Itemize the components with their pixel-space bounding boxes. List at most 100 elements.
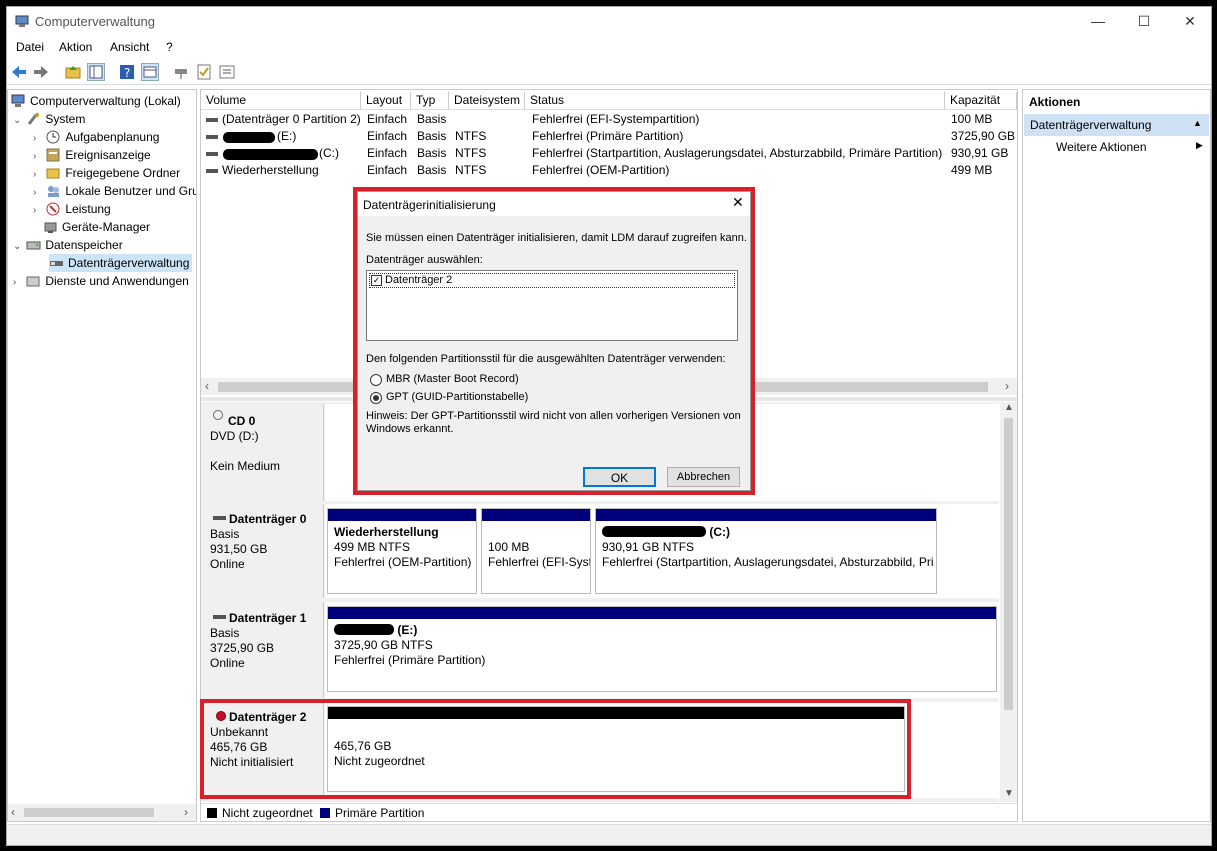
ok-button[interactable]: OK xyxy=(583,467,656,487)
partition-efi[interactable]: 100 MB Fehlerfrei (EFI-Syst xyxy=(481,508,591,594)
disk1-type: Basis xyxy=(210,626,240,640)
dialog-close-icon[interactable]: ✕ xyxy=(732,194,744,211)
actions-section[interactable]: Datenträgerverwaltung ▲ xyxy=(1024,114,1209,136)
col-layout[interactable]: Layout xyxy=(361,92,411,110)
radio-mbr[interactable]: MBR (Master Boot Record) xyxy=(370,373,570,389)
scroll-thumb[interactable] xyxy=(1004,418,1013,710)
partition-status: Fehlerfrei (Primäre Partition) xyxy=(334,653,486,667)
action-weitere[interactable]: Weitere Aktionen ▶ xyxy=(1024,138,1209,158)
scroll-left-icon[interactable]: ‹ xyxy=(205,379,209,393)
tree-item-geraete-manager[interactable]: Geräte-Manager xyxy=(43,218,150,236)
chevron-right-icon[interactable]: › xyxy=(13,274,23,290)
annotation-disk2 xyxy=(200,699,911,799)
legend-unallocated: Nicht zugeordnet xyxy=(222,806,313,820)
services-icon xyxy=(26,274,41,288)
radio-gpt[interactable]: GPT (GUID-Partitionstabelle) xyxy=(370,391,570,407)
forward-arrow-icon[interactable] xyxy=(32,63,50,81)
list-view-icon[interactable] xyxy=(218,63,236,81)
tree-item-freigegebene-ordner[interactable]: › Freigegebene Ordner xyxy=(33,164,180,182)
checklist-icon[interactable] xyxy=(195,63,213,81)
volume-capacity: 499 MB xyxy=(951,163,993,177)
menu-ansicht[interactable]: Ansicht xyxy=(110,40,149,54)
col-dateisystem[interactable]: Dateisystem xyxy=(449,92,525,110)
tree-item-leistung[interactable]: › Leistung xyxy=(33,200,111,218)
chevron-right-icon[interactable]: › xyxy=(33,184,43,200)
col-status[interactable]: Status xyxy=(525,92,945,110)
volume-row[interactable]: (Datenträger 0 Partition 2) Einfach Basi… xyxy=(201,111,1017,128)
connect-icon[interactable] xyxy=(172,63,190,81)
maximize-button[interactable]: ☐ xyxy=(1121,7,1167,37)
collapse-up-icon[interactable]: ▲ xyxy=(1193,118,1202,128)
init-dialog: Datenträgerinitialisierung ✕ Sie müssen … xyxy=(357,191,751,491)
dialog-hint-line1: Hinweis: Der GPT-Partitionsstil wird nic… xyxy=(366,410,741,422)
disk-info-1[interactable]: Datenträger 1 Basis 3725,90 GB Online xyxy=(201,602,324,698)
tree-item-ereignisanzeige[interactable]: › Ereignisanzeige xyxy=(33,146,151,164)
back-arrow-icon[interactable] xyxy=(10,63,28,81)
radio-mbr-circle[interactable] xyxy=(370,374,382,386)
volume-icon xyxy=(206,118,218,122)
tree-item-datenspeicher[interactable]: ⌄ Datenspeicher xyxy=(13,236,123,254)
disk-listbox[interactable]: ✓ Datenträger 2 xyxy=(366,270,738,341)
disk-vscrollbar[interactable]: ▲ ▼ xyxy=(1000,402,1017,802)
volume-name: (Datenträger 0 Partition 2) xyxy=(222,112,361,126)
cancel-button[interactable]: Abbrechen xyxy=(667,467,740,487)
menu-datei[interactable]: Datei xyxy=(16,40,44,54)
toolbar: ? xyxy=(7,59,1211,85)
disk0-area: Wiederherstellung 499 MB NTFS Fehlerfrei… xyxy=(325,504,999,598)
tree-hscrollbar[interactable]: ‹ › xyxy=(8,804,196,821)
scroll-left-icon[interactable]: ‹ xyxy=(11,805,15,819)
close-button[interactable]: ✕ xyxy=(1167,7,1213,37)
clock-icon xyxy=(46,130,61,144)
legend-swatch-primary xyxy=(320,808,330,818)
tree-item-aufgabenplanung[interactable]: › Aufgabenplanung xyxy=(33,128,159,146)
cd-icon xyxy=(213,410,223,420)
scroll-up-icon[interactable]: ▲ xyxy=(1004,402,1014,413)
status-bar xyxy=(7,824,1211,845)
tree-benutzer-label: Lokale Benutzer und Gruppen xyxy=(65,184,196,198)
partition-name: (C:) xyxy=(709,525,730,539)
tree-item-datentraegerverwaltung[interactable]: Datenträgerverwaltung xyxy=(49,254,193,272)
menu-aktion[interactable]: Aktion xyxy=(59,40,92,54)
disk-info-0[interactable]: Datenträger 0 Basis 931,50 GB Online xyxy=(201,504,324,598)
legend: Nicht zugeordnet Primäre Partition xyxy=(201,803,1017,821)
chevron-right-icon[interactable]: › xyxy=(33,202,43,220)
partition-status: Fehlerfrei (EFI-Syst xyxy=(488,555,590,569)
scroll-thumb[interactable] xyxy=(24,808,154,817)
properties-icon[interactable] xyxy=(141,63,159,81)
col-typ[interactable]: Typ xyxy=(411,92,449,110)
disk0-size: 931,50 GB xyxy=(210,542,268,556)
chevron-down-icon[interactable]: ⌄ xyxy=(13,238,23,256)
partition-status: Fehlerfrei (Startpartition, Auslagerungs… xyxy=(602,555,934,569)
tree-item-dienste[interactable]: › Dienste und Anwendungen xyxy=(13,272,196,290)
dialog-title: Datenträgerinitialisierung xyxy=(363,198,496,212)
volume-status: Fehlerfrei (OEM-Partition) xyxy=(532,163,670,177)
volume-row[interactable]: (C:) Einfach Basis NTFS Fehlerfrei (Star… xyxy=(201,145,1017,162)
disk-checkbox[interactable]: ✓ xyxy=(371,275,382,286)
help-icon[interactable]: ? xyxy=(118,63,136,81)
show-tree-icon[interactable] xyxy=(87,63,105,81)
col-volume[interactable]: Volume xyxy=(201,92,361,110)
disk-list-item[interactable]: ✓ Datenträger 2 xyxy=(369,273,735,288)
dialog-intro: Sie müssen einen Datenträger initialisie… xyxy=(366,232,747,244)
partition-c[interactable]: (C:) 930,91 GB NTFS Fehlerfrei (Startpar… xyxy=(595,508,937,594)
tree-item-lokale-benutzer[interactable]: › Lokale Benutzer und Gruppen xyxy=(33,182,196,200)
disk-info-cd0[interactable]: CD 0 DVD (D:) Kein Medium xyxy=(201,404,324,501)
tree-root[interactable]: Computerverwaltung (Lokal) xyxy=(11,92,181,110)
volume-row[interactable]: (E:) Einfach Basis NTFS Fehlerfrei (Prim… xyxy=(201,128,1017,145)
volume-row[interactable]: Wiederherstellung Einfach Basis NTFS Feh… xyxy=(201,162,1017,179)
dialog-select-label: Datenträger auswählen: xyxy=(366,254,483,266)
menu-help[interactable]: ? xyxy=(166,40,173,54)
minimize-button[interactable]: — xyxy=(1075,7,1121,37)
tree-aufgaben-label: Aufgabenplanung xyxy=(65,130,160,144)
up-folder-icon[interactable] xyxy=(64,63,82,81)
tree-item-system[interactable]: ⌄ System xyxy=(13,110,85,128)
chevron-down-icon[interactable]: ⌄ xyxy=(13,112,23,130)
cd0-type: DVD (D:) xyxy=(210,429,259,443)
partition-recovery[interactable]: Wiederherstellung 499 MB NTFS Fehlerfrei… xyxy=(327,508,477,594)
scroll-down-icon[interactable]: ▼ xyxy=(1004,788,1014,799)
scroll-right-icon[interactable]: › xyxy=(184,805,188,819)
volume-capacity: 3725,90 GB xyxy=(951,129,1016,143)
scroll-right-icon[interactable]: › xyxy=(1005,379,1009,393)
col-kapazitaet[interactable]: Kapazität xyxy=(945,92,1017,110)
partition-e[interactable]: (E:) 3725,90 GB NTFS Fehlerfrei (Primäre… xyxy=(327,606,997,692)
